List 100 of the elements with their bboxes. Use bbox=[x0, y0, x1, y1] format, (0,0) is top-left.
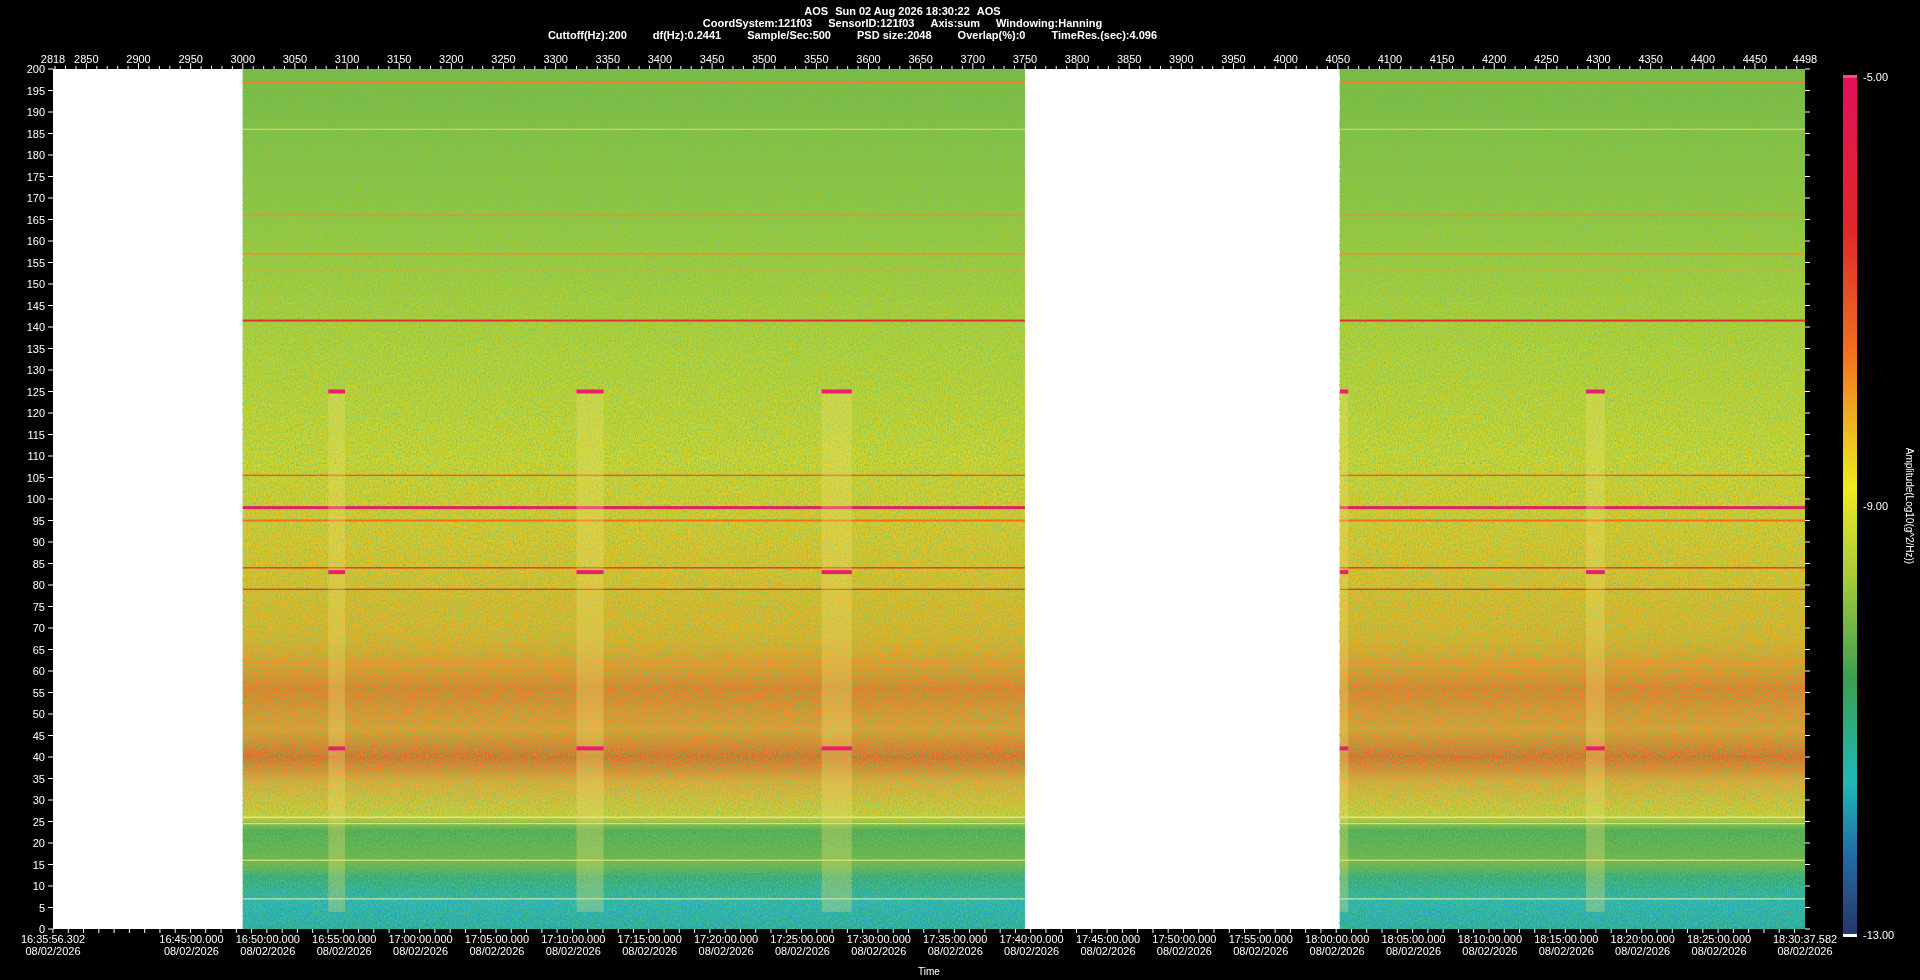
frequency-label: 75 bbox=[32, 600, 45, 613]
time-label: 17:40:00.000 08/02/2026 bbox=[999, 933, 1064, 957]
info-text: Windowing:Hanning bbox=[996, 17, 1103, 29]
time-label: 18:20:00.000 08/02/2026 bbox=[1610, 933, 1675, 957]
frequency-label: 0 bbox=[38, 923, 45, 935]
axis-label: 3300 bbox=[543, 52, 568, 67]
time-label: 16:45:00.000 08/02/2026 bbox=[159, 933, 224, 957]
axis-label: 2950 bbox=[178, 52, 203, 67]
axis-label: 3350 bbox=[595, 52, 621, 67]
axis-label: 3050 bbox=[282, 52, 308, 67]
info-text: SensorID:121f03 bbox=[828, 17, 915, 29]
axis-label: 3550 bbox=[804, 52, 829, 67]
axis-label: 4350 bbox=[1638, 52, 1663, 67]
axis-label: 4200 bbox=[1482, 52, 1507, 67]
axis-label: 3100 bbox=[334, 52, 360, 67]
frequency-label: 80 bbox=[32, 579, 45, 591]
axis-label: 3950 bbox=[1221, 52, 1246, 67]
info-text: CoordSystem:121f03 bbox=[702, 17, 813, 29]
axis-label: 3200 bbox=[439, 52, 464, 67]
axis-title: Time bbox=[918, 966, 940, 978]
axis-label: 3800 bbox=[1064, 52, 1090, 67]
info-text: Cuttoff(Hz):200 bbox=[547, 29, 627, 41]
frequency-label: 5 bbox=[38, 901, 45, 914]
scale-label: -13.00 bbox=[1863, 927, 1896, 943]
time-label: 17:20:00.000 08/02/2026 bbox=[694, 933, 759, 957]
frequency-label: 25 bbox=[32, 815, 45, 828]
time-label: 17:45:00.000 08/02/2026 bbox=[1075, 933, 1141, 957]
axis-label: 2850 bbox=[74, 52, 99, 67]
frequency-label: 145 bbox=[26, 299, 45, 312]
axis-label: 3150 bbox=[387, 52, 412, 67]
axis-label: 2818 bbox=[40, 52, 66, 65]
axis-label: 2900 bbox=[126, 52, 151, 67]
frequency-label: 160 bbox=[26, 235, 45, 247]
frequency-label: 115 bbox=[27, 428, 45, 441]
time-label: 18:10:00.000 08/02/2026 bbox=[1457, 933, 1522, 957]
frequency-label: 10 bbox=[32, 880, 45, 892]
frequency-label: 125 bbox=[26, 385, 45, 398]
frequency-label: 100 bbox=[26, 493, 45, 505]
axis-label: 3500 bbox=[752, 52, 777, 67]
plot-title: AOS bbox=[976, 5, 1001, 17]
frequency-label: 120 bbox=[26, 407, 45, 419]
axis-label: 4050 bbox=[1325, 52, 1351, 67]
frequency-label: 85 bbox=[32, 557, 45, 570]
axis-label: 4498 bbox=[1792, 52, 1818, 67]
axis-title: Amplitude(Log10(g^2/Hz)) bbox=[1902, 447, 1916, 565]
time-label: 17:35:00.000 08/02/2026 bbox=[923, 933, 988, 957]
time-label: 18:25:00.000 08/02/2026 bbox=[1686, 933, 1752, 957]
frequency-label: 105 bbox=[26, 471, 45, 484]
time-label: 16:50:00.000 08/02/2026 bbox=[235, 933, 300, 957]
time-label: 17:00:00.000 08/02/2026 bbox=[388, 933, 453, 957]
time-label: 18:05:00.000 08/02/2026 bbox=[1381, 933, 1446, 957]
frequency-label: 30 bbox=[32, 794, 45, 806]
frequency-label: 40 bbox=[32, 751, 45, 763]
axis-label: 3900 bbox=[1169, 52, 1194, 67]
frequency-label: 180 bbox=[26, 149, 45, 161]
frequency-label: 15 bbox=[32, 858, 45, 871]
frequency-label: 20 bbox=[32, 837, 45, 849]
frequency-label: 45 bbox=[32, 729, 45, 742]
time-label: 16:55:00.000 08/02/2026 bbox=[312, 933, 377, 957]
frequency-label: 35 bbox=[32, 772, 45, 785]
info-text: Sample/Sec:500 bbox=[747, 29, 831, 41]
time-label: 17:10:00.000 08/02/2026 bbox=[541, 933, 606, 957]
frequency-label: 55 bbox=[32, 686, 45, 699]
time-label: 17:05:00.000 08/02/2026 bbox=[464, 933, 530, 957]
frequency-label: 110 bbox=[27, 450, 45, 462]
axis-label: 4150 bbox=[1429, 52, 1455, 67]
axis-label: 3700 bbox=[960, 52, 986, 67]
axis-label: 4100 bbox=[1377, 52, 1403, 67]
frequency-label: 140 bbox=[26, 321, 45, 333]
frequency-label: 200 bbox=[26, 63, 45, 75]
scale-label: -9.00 bbox=[1863, 498, 1890, 514]
axis-label: 4400 bbox=[1690, 52, 1716, 67]
info-text: df(Hz):0.2441 bbox=[652, 29, 722, 41]
axis-label: 4450 bbox=[1742, 52, 1768, 67]
frequency-label: 165 bbox=[26, 213, 45, 226]
axis-label: 3400 bbox=[647, 52, 673, 67]
axis-label: 3000 bbox=[230, 52, 256, 67]
axis-label: 4300 bbox=[1586, 52, 1611, 67]
time-label: 18:30:37.582 08/02/2026 bbox=[1772, 933, 1838, 957]
frequency-label: 130 bbox=[26, 364, 45, 376]
time-label: 17:25:00.000 08/02/2026 bbox=[770, 933, 835, 957]
frequency-label: 135 bbox=[26, 342, 45, 355]
info-text: Overlap(%):0 bbox=[957, 29, 1026, 41]
frequency-label: 155 bbox=[26, 256, 45, 269]
frequency-label: 195 bbox=[26, 84, 45, 97]
frequency-label: 175 bbox=[26, 170, 45, 183]
frequency-label: 95 bbox=[32, 514, 45, 527]
axis-label: 3250 bbox=[491, 52, 516, 67]
frequency-label: 50 bbox=[32, 708, 45, 720]
plot-title: Sun 02 Aug 2026 18:30:22 bbox=[835, 5, 970, 17]
time-label: 17:55:00.000 08/02/2026 bbox=[1228, 933, 1293, 957]
axis-label: 3750 bbox=[1012, 52, 1038, 67]
frequency-label: 70 bbox=[32, 622, 45, 634]
info-text: Axis:sum bbox=[930, 17, 980, 29]
axis-label: 3450 bbox=[699, 52, 725, 67]
frequency-label: 60 bbox=[32, 665, 45, 677]
info-text: PSD size:2048 bbox=[857, 29, 932, 41]
time-label: 16:35:56.302 08/02/2026 bbox=[20, 933, 86, 957]
time-label: 18:00:00.000 08/02/2026 bbox=[1305, 933, 1370, 957]
frequency-label: 65 bbox=[32, 643, 45, 656]
